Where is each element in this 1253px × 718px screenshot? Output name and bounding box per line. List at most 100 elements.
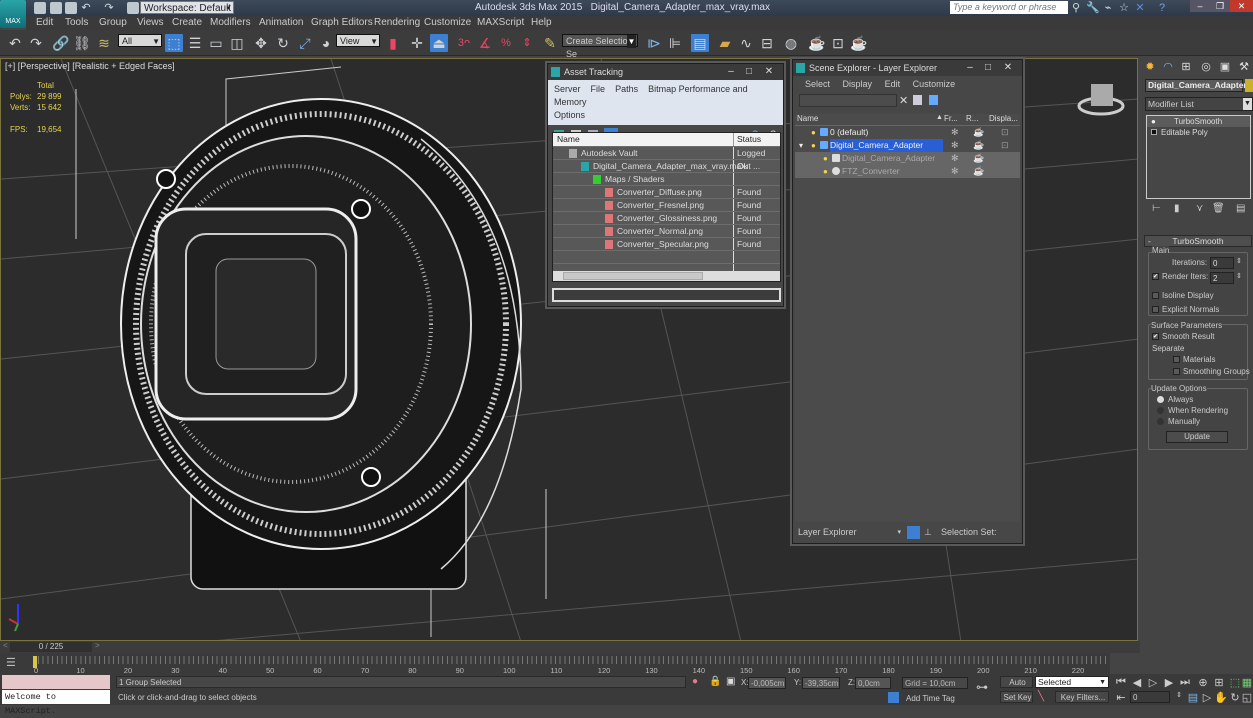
select-object-icon[interactable]: ⬚ <box>165 34 183 52</box>
checkbox[interactable] <box>1173 356 1180 364</box>
binoculars-icon[interactable]: ⚲ <box>1070 2 1082 14</box>
undo-icon[interactable]: ↶ <box>6 34 24 52</box>
column-status[interactable]: Status <box>733 133 761 146</box>
auto-key-button[interactable]: Auto Key <box>1000 676 1033 699</box>
light-bulb-icon[interactable]: ● <box>823 165 828 178</box>
search-input[interactable]: Type a keyword or phrase <box>950 1 1068 14</box>
set-key-icon[interactable]: ╲ <box>1038 691 1044 702</box>
previous-key-icon[interactable]: ◀ <box>1130 676 1144 689</box>
checkbox[interactable] <box>1152 292 1159 300</box>
snaps-toggle-icon[interactable]: 3ᴖ <box>455 34 473 52</box>
viewcube[interactable] <box>1077 84 1125 116</box>
menu-help[interactable]: Help <box>531 16 552 30</box>
checkbox[interactable] <box>1173 368 1180 376</box>
layer-row[interactable]: ● 0 (default) ✻ ☕ ⊡ <box>795 126 1020 139</box>
spinner-snap-icon[interactable]: ⇕ <box>518 34 536 52</box>
current-frame-field[interactable]: 0 <box>1130 691 1170 703</box>
save-file-icon[interactable] <box>65 2 77 14</box>
radio[interactable] <box>1157 407 1164 415</box>
restore-button[interactable]: ❐ <box>1210 0 1230 12</box>
key-mode-icon[interactable]: ⊶ <box>976 680 988 694</box>
stack-item-turbosmooth[interactable]: ● TurboSmooth <box>1147 116 1250 127</box>
light-bulb-icon[interactable]: ● <box>1151 116 1156 127</box>
menu-customize[interactable]: Customize <box>424 16 471 30</box>
asset-row[interactable]: Maps / Shaders <box>553 173 780 186</box>
asset-row[interactable]: Autodesk Vault Logged Out ... <box>553 147 780 171</box>
column-render[interactable]: R... <box>966 114 978 123</box>
light-bulb-icon[interactable]: ● <box>811 126 816 139</box>
y-coordinate-field[interactable]: -39,35cm <box>802 677 840 689</box>
asset-path-field[interactable] <box>552 288 781 302</box>
spinner-arrows-icon[interactable]: ⇕ <box>1236 272 1242 280</box>
viewport-label[interactable]: [+] [Perspective] [Realistic + Edged Fac… <box>5 61 175 71</box>
checkbox[interactable] <box>1152 306 1159 314</box>
asset-row[interactable]: Converter_Glossiness.png Found <box>553 212 780 225</box>
next-key-icon[interactable]: ▶ <box>1162 676 1176 689</box>
x-coordinate-field[interactable]: -0,005cm <box>748 677 786 689</box>
asset-row[interactable]: Converter_Normal.png Found <box>553 225 780 238</box>
remove-modifier-icon[interactable]: 🗑 <box>1212 203 1225 214</box>
maximize-button[interactable]: □ <box>741 65 757 78</box>
spinner-arrows-icon[interactable]: ⇕ <box>1236 257 1242 265</box>
asset-tracking-titlebar[interactable]: Asset Tracking – □ ✕ <box>548 64 783 80</box>
make-unique-icon[interactable]: ⋎ <box>1196 203 1203 214</box>
hierarchy-tab-icon[interactable]: ⊞ <box>1178 60 1194 74</box>
menu-views[interactable]: Views <box>137 16 164 30</box>
add-time-tag-button[interactable]: Add Time Tag <box>906 694 955 703</box>
bind-space-warp-icon[interactable]: ≋ <box>95 34 113 52</box>
smooth-result-checkbox[interactable]: ✔ Smooth Result <box>1152 332 1214 341</box>
render-setup-icon[interactable]: ☕ <box>808 34 826 52</box>
menu-edit[interactable]: Edit <box>885 79 901 89</box>
pin-stack-icon[interactable]: ⊢ <box>1152 203 1161 214</box>
zoom-all-icon[interactable]: ⊞ <box>1212 676 1226 689</box>
previous-frame-icon[interactable]: < <box>3 641 8 650</box>
select-children-icon[interactable] <box>913 95 922 105</box>
select-manipulate-icon[interactable]: ✛ <box>408 34 426 52</box>
layer-explorer-icon[interactable]: ▰ <box>716 34 734 52</box>
menu-group[interactable]: Group <box>99 16 127 30</box>
menu-paths[interactable]: Paths <box>615 84 638 94</box>
track-bar[interactable]: ☰ 0 10 20 30 40 50 60 70 80 90 100 110 120 130 140 150 1… <box>0 653 1110 675</box>
curve-editor-mini-icon[interactable]: ☰ <box>6 656 16 669</box>
minimize-button[interactable]: – <box>723 65 739 78</box>
column-freeze[interactable]: Fr... <box>944 114 958 123</box>
horizontal-scrollbar[interactable] <box>553 271 780 281</box>
freeze-icon[interactable]: ✻ <box>951 139 959 152</box>
maximize-button[interactable]: □ <box>980 61 996 74</box>
redo-icon[interactable]: ↷ <box>103 2 115 14</box>
selection-filter-dropdown[interactable]: All ▼ <box>118 34 162 47</box>
align-icon[interactable]: ⊫ <box>666 34 684 52</box>
column-name[interactable]: Name <box>553 134 580 144</box>
asset-row[interactable]: Converter_Diffuse.png Found <box>553 186 780 199</box>
asset-row[interactable]: Digital_Camera_Adapter_max_vray.max Ok <box>553 160 780 173</box>
select-by-name-icon[interactable]: ☰ <box>186 34 204 52</box>
named-selection-dropdown[interactable]: Create Selection Se ▼ <box>562 34 638 59</box>
update-manually-radio[interactable]: Manually <box>1157 417 1200 426</box>
project-folder-icon[interactable] <box>127 2 139 14</box>
scene-explorer-toggle-icon[interactable]: ▤ <box>691 34 709 52</box>
modifier-list-dropdown[interactable]: Modifier List ▼ <box>1145 97 1253 111</box>
go-to-start-icon[interactable]: ⏮ <box>1114 676 1128 689</box>
layer-row[interactable]: ▾ ● Digital_Camera_Adapter ✻ ☕ ⊡ <box>795 139 1020 152</box>
asset-row[interactable]: Converter_Specular.png Found <box>553 238 780 251</box>
z-coordinate-field[interactable]: 0,0cm <box>855 677 891 689</box>
menu-file[interactable]: File <box>591 84 606 94</box>
configure-sets-icon[interactable]: ▤ <box>1236 203 1245 214</box>
zoom-extents-all-icon[interactable]: ▦ <box>1240 676 1253 689</box>
hierarchy-mode-icon[interactable]: ⊥ <box>924 524 932 541</box>
move-icon[interactable]: ✥ <box>252 34 270 52</box>
maxscript-listener-input[interactable] <box>2 675 110 689</box>
menu-maxscript[interactable]: MAXScript <box>477 16 524 30</box>
key-mode-dropdown[interactable]: Selected ▼ <box>1035 676 1109 688</box>
materials-checkbox[interactable]: Materials <box>1173 355 1215 364</box>
update-button[interactable]: Update <box>1166 431 1228 443</box>
find-input[interactable] <box>799 94 897 107</box>
next-frame-icon[interactable]: > <box>95 641 100 650</box>
rotate-icon[interactable]: ↻ <box>274 34 292 52</box>
scene-explorer-titlebar[interactable]: Scene Explorer - Layer Explorer – □ ✕ <box>793 60 1022 76</box>
menu-customize[interactable]: Customize <box>913 79 956 89</box>
expand-arrow-icon[interactable]: ▾ <box>799 139 803 152</box>
time-tag-icon[interactable] <box>888 692 899 703</box>
help-icon[interactable]: ? <box>1156 2 1168 14</box>
render-iters-checkbox[interactable]: ✔ Render Iters: <box>1152 272 1208 281</box>
